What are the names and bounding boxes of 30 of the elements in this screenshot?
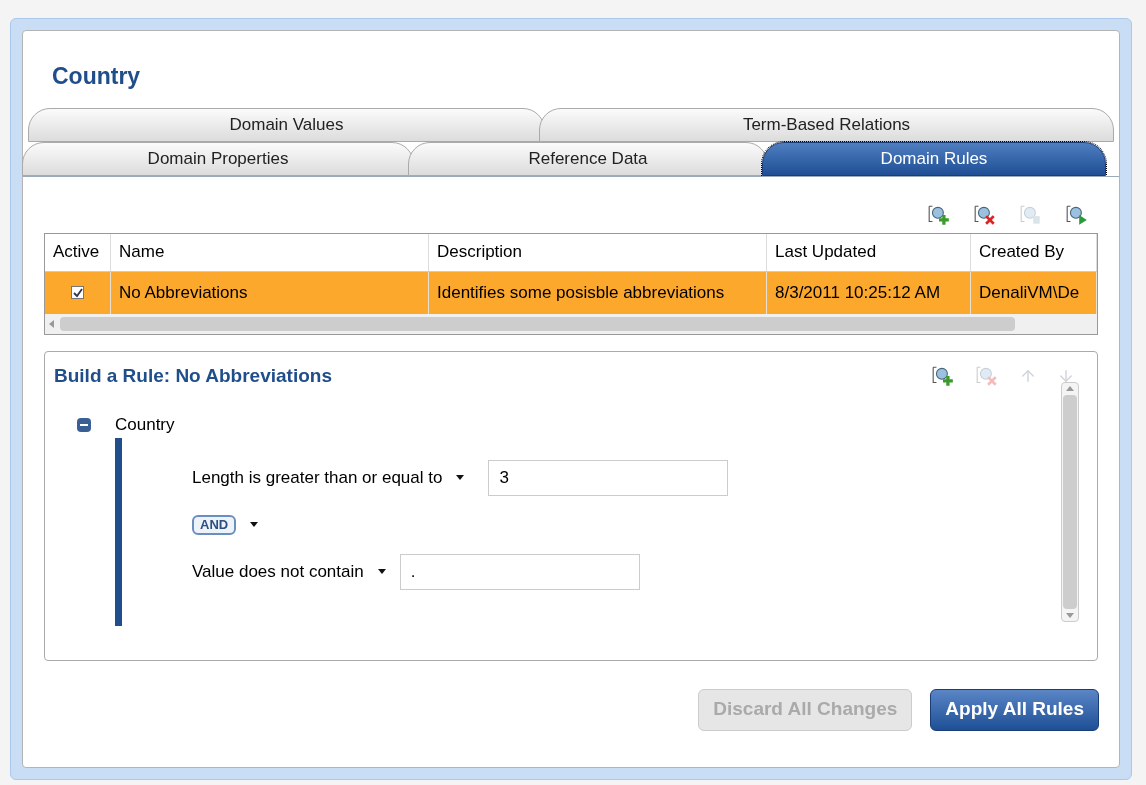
- table-cell: 8/3/2011 10:25:12 AM: [767, 271, 971, 314]
- tab[interactable]: Term-Based Relations: [539, 107, 1114, 142]
- collapse-toggle[interactable]: [77, 417, 91, 432]
- table-cell: No Abbreviations: [111, 271, 429, 314]
- tab[interactable]: Domain Rules: [762, 141, 1106, 176]
- caret-icon[interactable]: [250, 522, 259, 527]
- caret-icon[interactable]: [377, 569, 386, 574]
- table-row[interactable]: No Abbreviations Identifies some posisble abbreviations 8/3/2011 10:25:12 AM DenaliVM\De: [45, 271, 1097, 314]
- column-header[interactable]: Created By: [971, 233, 1097, 271]
- active-checkbox[interactable]: [71, 286, 84, 299]
- column-header[interactable]: Name: [111, 233, 429, 271]
- action-button[interactable]: Apply All Rules: [930, 688, 1099, 731]
- column-header[interactable]: Description: [429, 233, 767, 271]
- vertical-scrollbar[interactable]: [1061, 382, 1079, 622]
- scroll-down-icon[interactable]: [1066, 613, 1074, 618]
- tree-node-label: Country: [115, 414, 175, 436]
- builder-title: Build a Rule: No Abbreviations: [54, 363, 332, 388]
- value-field[interactable]: .: [399, 553, 640, 590]
- condition-label: Length is greater than or equal to: [192, 466, 443, 489]
- table-cell: Identifies some posisble abbreviations: [429, 271, 767, 314]
- column-header[interactable]: Active: [45, 233, 111, 271]
- table-cell: DenaliVM\De: [971, 271, 1097, 314]
- condition-label: Value does not contain: [192, 560, 364, 583]
- column-header[interactable]: Last Updated: [767, 233, 971, 271]
- operator-button[interactable]: AND: [192, 514, 237, 535]
- value-field[interactable]: 3: [488, 459, 729, 496]
- caret-icon[interactable]: [456, 475, 465, 480]
- page-title: Country: [51, 62, 142, 91]
- horizontal-scrollbar[interactable]: [45, 313, 1097, 334]
- scroll-up-icon[interactable]: [1066, 386, 1074, 391]
